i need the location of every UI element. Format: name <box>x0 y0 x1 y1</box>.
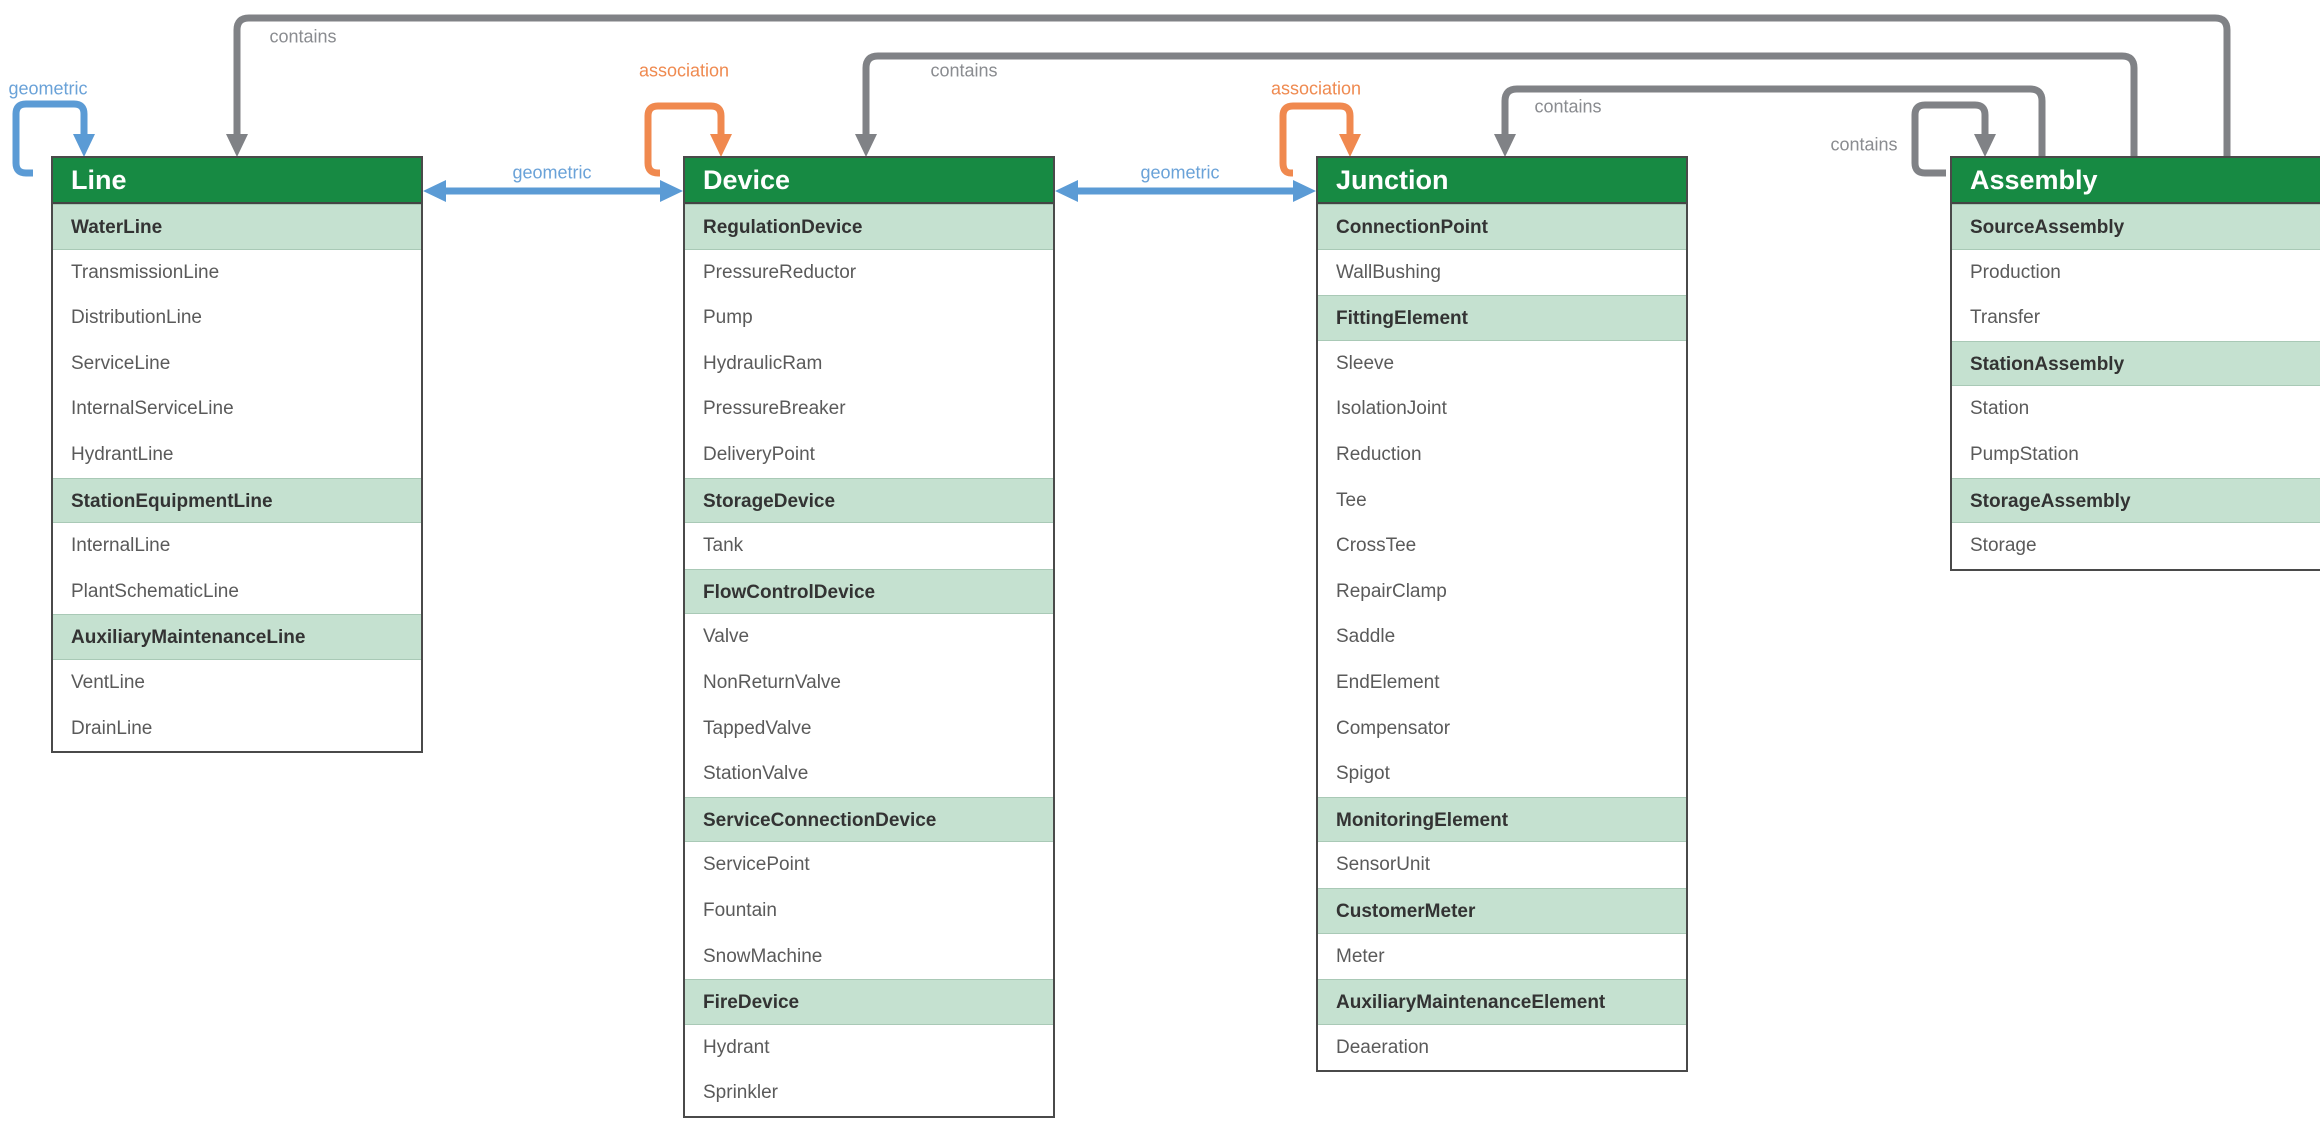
subtype-row: Sprinkler <box>703 1082 778 1104</box>
label-contains-device: contains <box>930 60 998 81</box>
subtype-row: Tank <box>703 535 744 557</box>
category-row: MonitoringElement <box>1318 796 1686 843</box>
arrowhead <box>73 134 95 157</box>
subtype-row: PlantSchematicLine <box>71 580 239 602</box>
subtype-row: Storage <box>1970 535 2037 557</box>
subtype-row: HydrantLine <box>71 443 174 465</box>
subtype-row: Transfer <box>1970 307 2041 329</box>
subtype-row: CrossTee <box>1336 535 1417 557</box>
arrowhead <box>855 134 877 157</box>
subtype-row: Station <box>1970 398 2030 420</box>
arrowhead <box>1974 134 1996 157</box>
subtype-row: NonReturnValve <box>703 671 842 693</box>
entity-title: Device <box>685 158 1053 204</box>
subtype-row: Saddle <box>1336 626 1396 648</box>
subtype-row: Spigot <box>1336 763 1390 785</box>
subtype-row: Meter <box>1336 945 1385 967</box>
subtype-row: Sleeve <box>1336 352 1395 374</box>
label-contains-junction: contains <box>1534 96 1602 117</box>
subtype-row: TappedValve <box>703 717 812 739</box>
subtype-row: StationValve <box>703 763 809 785</box>
category-row: FittingElement <box>1318 295 1686 341</box>
subtype-row: SnowMachine <box>703 945 823 967</box>
label-contains-line: contains <box>269 26 337 47</box>
category-row: RegulationDevice <box>685 204 1053 250</box>
arrowhead <box>660 180 683 202</box>
category-row: StationEquipmentLine <box>53 477 421 524</box>
entity-title: Assembly <box>1952 158 2320 204</box>
subtype-row: DeliveryPoint <box>703 443 815 465</box>
subtype-row: RepairClamp <box>1336 580 1447 602</box>
label-association-device: association <box>638 60 730 81</box>
category-row: AuxiliaryMaintenanceLine <box>53 614 421 660</box>
arrowhead <box>1293 180 1316 202</box>
subtype-row: Fountain <box>703 899 777 921</box>
category-row: StorageDevice <box>685 477 1053 524</box>
label-association-junction: association <box>1270 78 1362 99</box>
subtype-row: Reduction <box>1336 443 1422 465</box>
subtype-row: DistributionLine <box>71 307 202 329</box>
subtype-row: InternalServiceLine <box>71 398 234 420</box>
subtype-row: PressureBreaker <box>703 398 846 420</box>
subtype-row: HydraulicRam <box>703 352 823 374</box>
subtype-row: PumpStation <box>1970 443 2079 465</box>
label-geometric-line-self: geometric <box>8 78 88 99</box>
entity-box-junction: Junction ConnectionPoint WallBushing Fittin… <box>1316 156 1688 1073</box>
category-row: CustomerMeter <box>1318 887 1686 934</box>
entity-title: Junction <box>1318 158 1686 204</box>
entity-box-line: Line WaterLine TransmissionLine Distributio… <box>51 156 423 754</box>
arrowhead <box>1055 180 1078 202</box>
entity-title: Line <box>53 158 421 204</box>
category-row: FlowControlDevice <box>685 568 1053 615</box>
category-row: ConnectionPoint <box>1318 204 1686 250</box>
subtype-row: Pump <box>703 307 753 329</box>
arrowhead <box>1494 134 1516 157</box>
label-geometric-device-junction: geometric <box>1140 162 1220 183</box>
subtype-row: DrainLine <box>71 717 153 739</box>
subtype-row: Valve <box>703 626 750 648</box>
arrowhead <box>710 134 732 157</box>
arrowhead <box>423 180 446 202</box>
subtype-row: TransmissionLine <box>71 261 220 283</box>
category-row: ServiceConnectionDevice <box>685 796 1053 843</box>
subtype-row: ServiceLine <box>71 352 171 374</box>
category-row: AuxiliaryMaintenanceElement <box>1318 979 1686 1025</box>
arrowhead <box>1339 134 1361 157</box>
subtype-row: Production <box>1970 261 2061 283</box>
category-row: StorageAssembly <box>1952 477 2320 524</box>
subtype-row: InternalLine <box>71 535 171 557</box>
subtype-row: Compensator <box>1336 717 1451 739</box>
subtype-row: PressureReductor <box>703 261 857 283</box>
subtype-row: SensorUnit <box>1336 854 1430 876</box>
category-row: StationAssembly <box>1952 340 2320 387</box>
subtype-row: EndElement <box>1336 671 1440 693</box>
subtype-row: WallBushing <box>1336 261 1441 283</box>
entity-box-device: Device RegulationDevice PressureReductor Pu… <box>683 156 1055 1118</box>
category-row: FireDevice <box>685 979 1053 1025</box>
subtype-row: ServicePoint <box>703 854 810 876</box>
subtype-row: IsolationJoint <box>1336 398 1447 420</box>
subtype-row: Tee <box>1336 489 1367 511</box>
label-contains-assembly-self: contains <box>1830 134 1898 155</box>
subtype-row: Hydrant <box>703 1036 770 1058</box>
category-row: SourceAssembly <box>1952 204 2320 250</box>
label-geometric-line-device: geometric <box>512 162 592 183</box>
entity-box-assembly: Assembly SourceAssembly Production Transfer… <box>1950 156 2320 571</box>
subtype-row: Deaeration <box>1336 1036 1429 1058</box>
category-row: WaterLine <box>53 204 421 250</box>
arrowhead <box>226 134 248 157</box>
subtype-row: VentLine <box>71 671 145 693</box>
